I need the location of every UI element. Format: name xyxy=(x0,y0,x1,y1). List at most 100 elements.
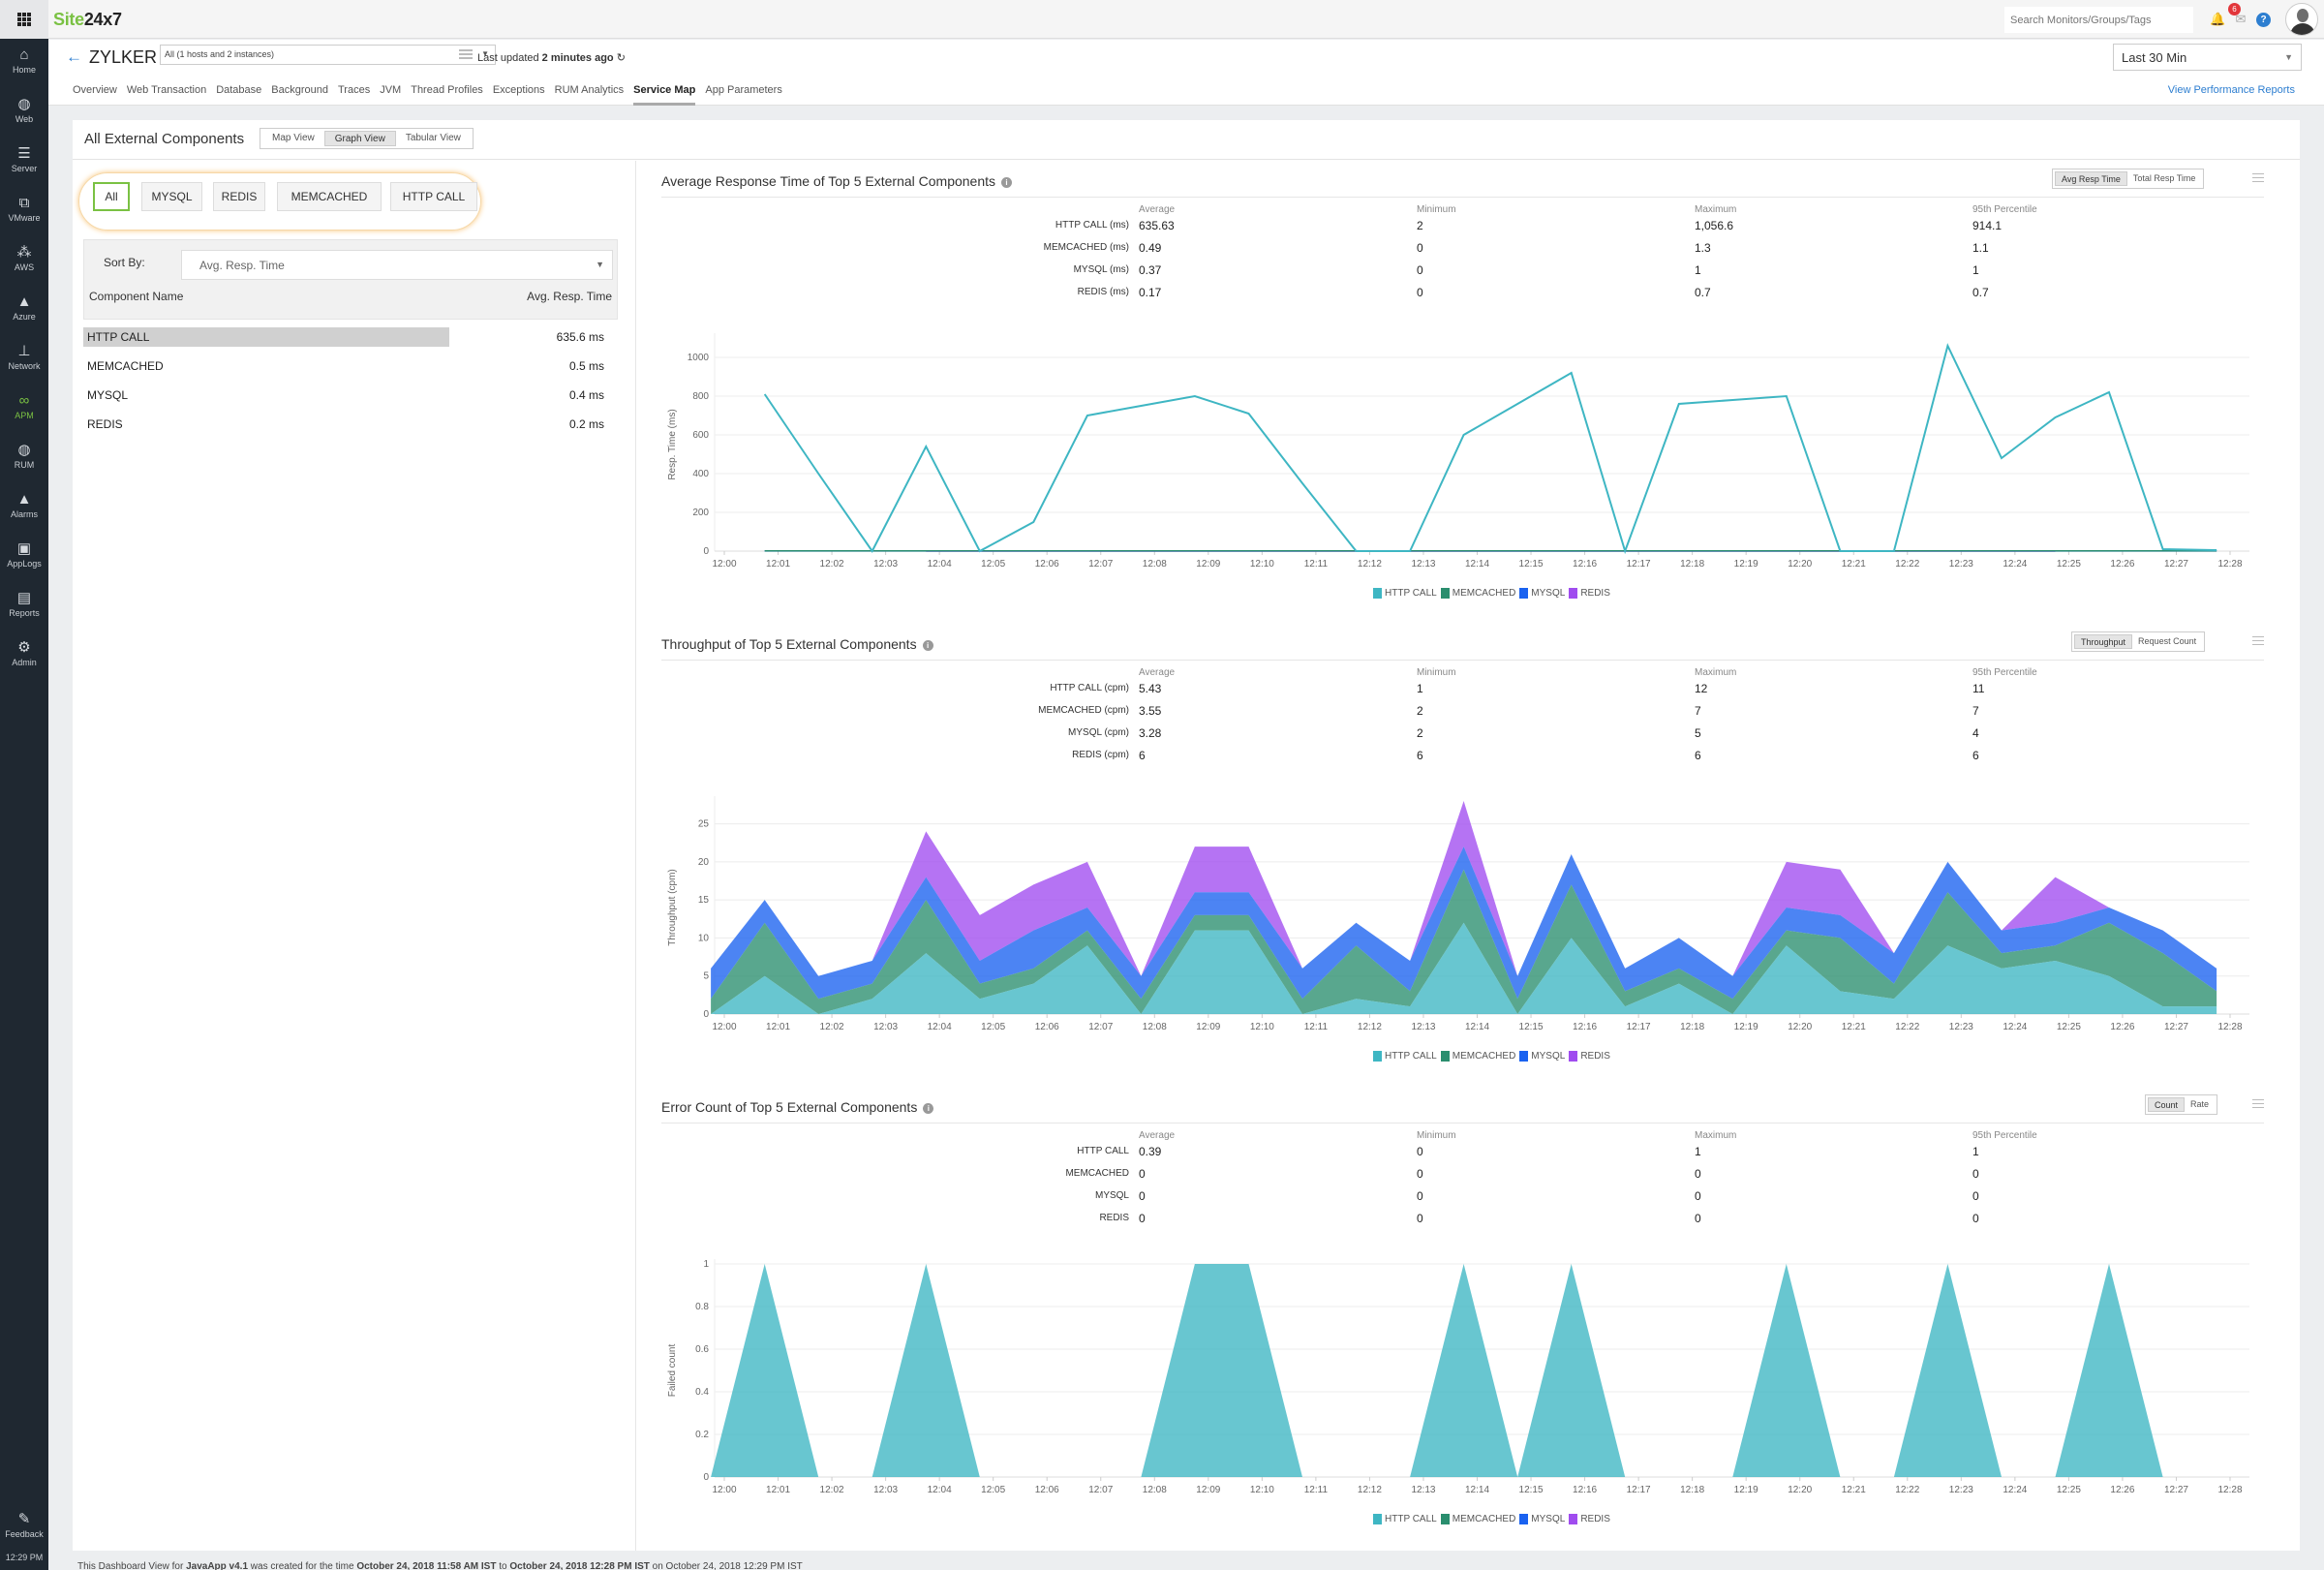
rail-item-azure[interactable]: ▲ Azure xyxy=(0,286,48,335)
tab-service-map[interactable]: Service Map xyxy=(633,84,700,106)
filter-redis-button[interactable]: REDIS xyxy=(213,182,265,211)
rail-item-rum[interactable]: ◍ RUM xyxy=(0,434,48,483)
help-icon[interactable]: ? xyxy=(2256,13,2271,27)
legend-item-http-call[interactable]: HTTP CALL xyxy=(1373,1514,1437,1524)
legend-item-http-call[interactable]: HTTP CALL xyxy=(1373,588,1437,599)
x-tick-label: 12:04 xyxy=(928,559,952,570)
legend-item-mysql[interactable]: MYSQL xyxy=(1519,588,1565,599)
legend-item-redis[interactable]: REDIS xyxy=(1569,588,1610,599)
tab-traces[interactable]: Traces xyxy=(338,84,375,106)
rail-item-reports[interactable]: ▤ Reports xyxy=(0,582,48,631)
tab-web-transaction[interactable]: Web Transaction xyxy=(127,84,211,106)
refresh-icon[interactable]: ↻ xyxy=(617,52,626,64)
stats-value: 0 xyxy=(1417,1167,1423,1181)
total-resp-time-toggle[interactable]: Total Resp Time xyxy=(2127,171,2202,186)
rail-item-vmware[interactable]: ⧉ VMware xyxy=(0,187,48,236)
stats-row-label: REDIS (cpm) xyxy=(1072,750,1129,760)
count-toggle[interactable]: Count xyxy=(2148,1097,2186,1112)
stats-value: 0 xyxy=(1972,1212,1979,1225)
stats-row-label: MYSQL (ms) xyxy=(1073,264,1129,275)
rate-toggle[interactable]: Rate xyxy=(2185,1097,2215,1112)
tabular-view-button[interactable]: Tabular View xyxy=(396,131,471,146)
footer-monitor: JavaApp v4.1 xyxy=(186,1561,249,1570)
rail-item-server[interactable]: ☰ Server xyxy=(0,138,48,187)
tab-jvm[interactable]: JVM xyxy=(380,84,406,106)
legend-item-memcached[interactable]: MEMCACHED xyxy=(1440,588,1515,599)
rail-item-label: VMware xyxy=(8,213,41,223)
tab-exceptions[interactable]: Exceptions xyxy=(493,84,550,106)
logo-text-dark: 24x7 xyxy=(83,10,122,29)
component-row[interactable]: HTTP CALL 635.6 ms xyxy=(83,327,618,347)
throughput-toggle[interactable]: Throughput xyxy=(2074,634,2133,649)
filter-all-button[interactable]: All xyxy=(93,182,130,211)
rail-item-alarms[interactable]: ▲ Alarms xyxy=(0,483,48,533)
rail-item-home[interactable]: ⌂ Home xyxy=(0,39,48,88)
app-grid-button[interactable] xyxy=(0,0,48,39)
legend-item-memcached[interactable]: MEMCACHED xyxy=(1440,1514,1515,1524)
component-row[interactable]: MEMCACHED 0.5 ms xyxy=(83,356,618,376)
rail-item-applogs[interactable]: ▣ AppLogs xyxy=(0,533,48,582)
component-row[interactable]: REDIS 0.2 ms xyxy=(83,415,618,434)
chart-panel-1: Average Response Time of Top 5 External … xyxy=(661,169,2280,619)
rail-item-admin[interactable]: ⚙ Admin xyxy=(0,631,48,681)
info-icon[interactable]: i xyxy=(922,640,933,651)
tab-database[interactable]: Database xyxy=(216,84,266,106)
tab-overview[interactable]: Overview xyxy=(73,84,122,106)
info-icon[interactable]: i xyxy=(1001,177,1013,188)
rail-item-apm[interactable]: ∞ APM xyxy=(0,385,48,434)
view-performance-reports-link[interactable]: View Performance Reports xyxy=(2168,84,2295,96)
stats-value: 0 xyxy=(1417,1145,1423,1158)
user-avatar[interactable] xyxy=(2285,3,2318,36)
instance-select[interactable]: All (1 hosts and 2 instances) ▼ xyxy=(160,45,496,65)
site24x7-logo[interactable]: Site24x7 xyxy=(53,10,122,30)
chart-menu-icon[interactable] xyxy=(2252,636,2264,648)
avg-resp-time-toggle[interactable]: Avg Resp Time xyxy=(2055,171,2127,186)
map-view-button[interactable]: Map View xyxy=(262,131,324,146)
azure-icon: ▲ xyxy=(16,293,32,310)
back-arrow-icon[interactable]: ← xyxy=(66,47,82,67)
legend-item-redis[interactable]: REDIS xyxy=(1569,1051,1610,1062)
legend-item-mysql[interactable]: MYSQL xyxy=(1519,1051,1565,1062)
filter-http-call-button[interactable]: HTTP CALL xyxy=(390,182,477,211)
x-tick-label: 12:19 xyxy=(1734,1485,1758,1495)
legend-item-redis[interactable]: REDIS xyxy=(1569,1514,1610,1524)
filter-mysql-button[interactable]: MYSQL xyxy=(141,182,202,211)
column-header-name[interactable]: Component Name xyxy=(89,290,183,303)
component-value: 635.6 ms xyxy=(556,330,604,344)
legend-label: HTTP CALL xyxy=(1385,1514,1437,1524)
chart-menu-icon[interactable] xyxy=(2252,1099,2264,1111)
feedback-button[interactable]: ✎ Feedback xyxy=(0,1503,48,1553)
x-tick-label: 12:18 xyxy=(1680,1485,1704,1495)
admin-icon: ⚙ xyxy=(17,639,31,656)
tab-rum-analytics[interactable]: RUM Analytics xyxy=(555,84,629,106)
component-row[interactable]: MYSQL 0.4 ms xyxy=(83,385,618,405)
bell-icon[interactable]: 🔔 xyxy=(2210,12,2225,27)
rail-item-aws[interactable]: ⁂ AWS xyxy=(0,236,48,286)
time-range-select[interactable]: Last 30 Min ▼ xyxy=(2113,44,2302,71)
y-tick-label: 0.4 xyxy=(695,1387,709,1398)
tab-app-parameters[interactable]: App Parameters xyxy=(705,84,786,106)
legend-item-http-call[interactable]: HTTP CALL xyxy=(1373,1051,1437,1062)
x-tick-label: 12:05 xyxy=(981,1022,1005,1032)
filter-memcached-button[interactable]: MEMCACHED xyxy=(277,182,382,211)
sort-select[interactable]: Avg. Resp. Time ▼ xyxy=(181,250,613,280)
tab-background[interactable]: Background xyxy=(271,84,333,106)
rail-item-web[interactable]: ◍ Web xyxy=(0,88,48,138)
column-header-value[interactable]: Avg. Resp. Time xyxy=(527,290,612,303)
chart-menu-icon[interactable] xyxy=(2252,173,2264,185)
stats-value: 0.39 xyxy=(1139,1145,1162,1158)
stats-row-label: HTTP CALL (cpm) xyxy=(1050,683,1129,693)
global-search-input[interactable] xyxy=(2004,7,2193,33)
request-count-toggle[interactable]: Request Count xyxy=(2132,634,2202,649)
rail-item-network[interactable]: ⊥ Network xyxy=(0,335,48,385)
graph-view-button[interactable]: Graph View xyxy=(323,131,396,146)
legend-item-memcached[interactable]: MEMCACHED xyxy=(1440,1051,1515,1062)
notification-badge: 6 xyxy=(2228,3,2241,15)
legend-item-mysql[interactable]: MYSQL xyxy=(1519,1514,1565,1524)
menu-lines-icon[interactable] xyxy=(459,49,473,61)
tab-thread-profiles[interactable]: Thread Profiles xyxy=(411,84,488,106)
x-tick-label: 12:22 xyxy=(1895,1022,1919,1032)
view-toggle: Map View Graph View Tabular View xyxy=(260,128,474,149)
info-icon[interactable]: i xyxy=(923,1103,934,1114)
x-tick-label: 12:20 xyxy=(1788,1022,1812,1032)
